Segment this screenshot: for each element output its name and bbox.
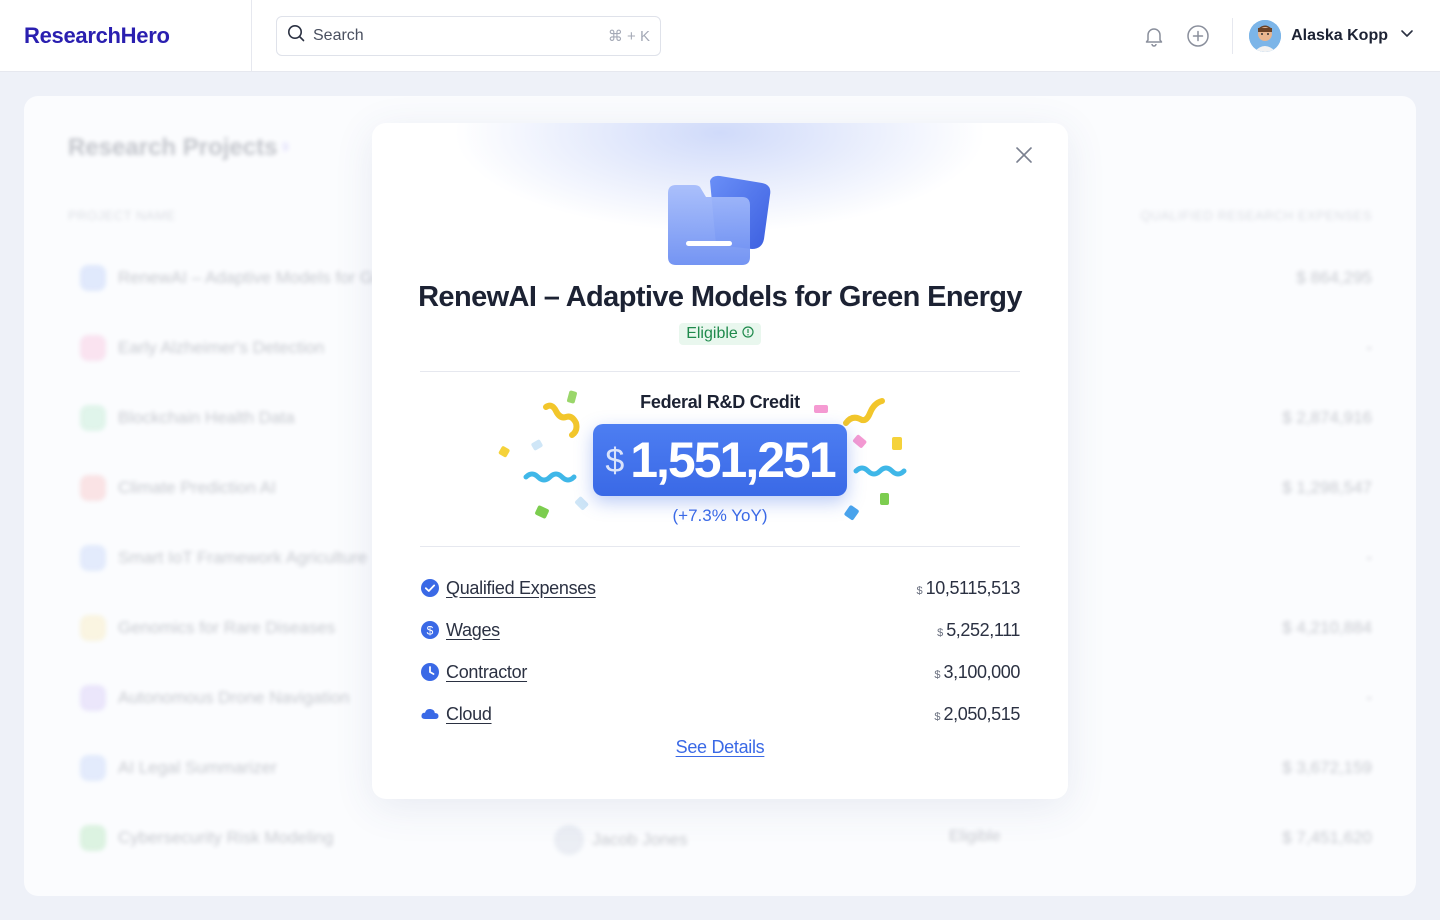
project-icon	[80, 685, 106, 711]
project-name: Autonomous Drone Navigation	[118, 688, 350, 707]
top-header: ResearchHero ⌘ + K Alaska Kopp	[0, 0, 1440, 72]
contractor-link[interactable]: Contractor	[446, 662, 527, 683]
info-icon	[742, 325, 754, 343]
credit-yoy: (+7.3% YoY)	[672, 506, 768, 525]
header-divider	[1232, 17, 1234, 54]
project-amount: -	[1366, 338, 1372, 357]
expense-row-contractor: Contractor $ 3,100,000	[420, 651, 1020, 693]
divider	[420, 546, 1020, 547]
project-icon	[80, 265, 106, 291]
project-amount: $ 1,298,547	[1282, 478, 1372, 497]
add-circle-icon[interactable]	[1176, 14, 1220, 58]
project-name: Blockchain Health Data	[118, 408, 295, 427]
svg-text:$: $	[427, 624, 434, 638]
avatar	[554, 825, 584, 855]
project-icon	[80, 545, 106, 571]
project-count-badge: 9	[282, 140, 289, 154]
cloud-icon	[420, 704, 440, 724]
user-name: Alaska Kopp	[1291, 26, 1388, 44]
expense-breakdown: Qualified Expenses $ 10,5115,513 $ Wages…	[420, 567, 1020, 735]
project-amount: $ 3,672,159	[1282, 758, 1372, 777]
project-icon	[80, 475, 106, 501]
check-circle-icon	[420, 578, 440, 598]
dollar-circle-icon: $	[420, 620, 440, 640]
credit-value: 1,551,251	[630, 432, 836, 488]
project-name: AI Legal Summarizer	[118, 758, 277, 777]
project-icon	[80, 825, 106, 851]
search-box[interactable]: ⌘ + K	[276, 15, 661, 56]
expense-row-qualified: Qualified Expenses $ 10,5115,513	[420, 567, 1020, 609]
credit-amount-box: $ 1,551,251	[593, 424, 847, 496]
folder-icon	[666, 173, 774, 269]
credit-currency: $	[605, 441, 625, 480]
project-credit-modal: RenewAI – Adaptive Models for Green Ener…	[372, 123, 1068, 799]
project-icon	[80, 755, 106, 781]
search-shortcut: ⌘ + K	[607, 27, 650, 45]
project-name: Smart IoT Framework Agriculture	[118, 548, 368, 567]
cloud-link[interactable]: Cloud	[446, 704, 492, 725]
wages-link[interactable]: Wages	[446, 620, 500, 641]
currency-symbol: $	[934, 668, 941, 681]
user-menu[interactable]: Alaska Kopp	[1249, 19, 1440, 52]
project-amount: $ 864,295	[1296, 268, 1372, 287]
project-icon	[80, 335, 106, 361]
project-name: Climate Prediction AI	[118, 478, 276, 497]
project-name: Cybersecurity Risk Modeling	[118, 828, 334, 847]
table-row[interactable]: Cybersecurity Risk Modeling Jacob Jones …	[24, 803, 1416, 873]
project-amount: -	[1366, 548, 1372, 567]
currency-symbol: $	[937, 626, 944, 639]
project-name: Genomics for Rare Diseases	[118, 618, 336, 637]
bell-icon[interactable]	[1132, 14, 1176, 58]
project-icon	[80, 405, 106, 431]
status-badge: Eligible	[679, 323, 761, 345]
column-header-qre: QUALIFIED RESEARCH EXPENSES	[1140, 208, 1372, 223]
chevron-down-icon	[1398, 24, 1416, 47]
credit-label: Federal R&D Credit	[640, 392, 800, 412]
status-badge-label: Eligible	[686, 325, 738, 342]
expense-row-cloud: Cloud $ 2,050,515	[420, 693, 1020, 735]
modal-title: RenewAI – Adaptive Models for Green Ener…	[418, 281, 1022, 313]
expense-value: 5,252,111	[946, 619, 1020, 640]
close-icon[interactable]	[1008, 139, 1040, 171]
expense-row-wages: $ Wages $ 5,252,111	[420, 609, 1020, 651]
expense-value: 2,050,515	[943, 703, 1021, 724]
project-amount: $ 4,210,884	[1282, 618, 1372, 637]
project-amount: $ 2,874,916	[1282, 408, 1372, 427]
project-amount: -	[1366, 688, 1372, 707]
project-amount: $ 7,451,620	[1282, 828, 1372, 847]
currency-symbol: $	[934, 710, 941, 723]
clock-icon	[420, 662, 440, 682]
search-icon	[287, 24, 305, 47]
project-icon	[80, 615, 106, 641]
column-header-project: PROJECT NAME	[68, 208, 176, 223]
currency-symbol: $	[916, 584, 923, 597]
brand-logo[interactable]: ResearchHero	[0, 0, 252, 72]
divider	[420, 371, 1020, 372]
project-name: Early Alzheimer's Detection	[118, 338, 325, 357]
avatar	[1249, 19, 1282, 52]
see-details-wrap: See Details	[372, 737, 1068, 758]
page-title: Research Projects	[68, 134, 278, 161]
header-actions: Alaska Kopp	[1132, 0, 1440, 72]
expense-value: 3,100,000	[943, 661, 1021, 682]
qualified-expenses-link[interactable]: Qualified Expenses	[446, 578, 596, 599]
status-badge: Eligible	[949, 828, 1001, 845]
badge-wrap: Eligible	[372, 323, 1068, 345]
expense-value: 10,5115,513	[925, 577, 1021, 598]
see-details-link[interactable]: See Details	[676, 737, 765, 757]
search-input[interactable]	[313, 26, 600, 45]
assignee: Jacob Jones	[554, 825, 687, 855]
